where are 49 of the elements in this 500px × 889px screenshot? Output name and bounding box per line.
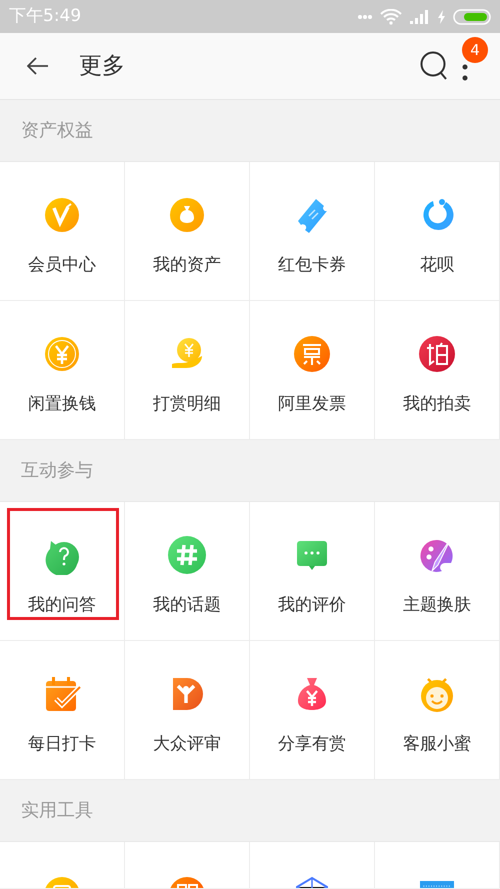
yuan-coin-icon xyxy=(42,334,82,374)
money-bag-icon xyxy=(167,195,207,235)
menu-tile[interactable]: 我的评价 xyxy=(250,502,375,641)
more-dots-icon xyxy=(358,14,372,18)
auction-badge-icon xyxy=(417,334,457,374)
tile-label: 闲置换钱 xyxy=(28,393,96,416)
tile-label: 主题换肤 xyxy=(403,594,471,617)
invoice-badge-icon xyxy=(292,334,332,374)
tile-label: 阿里发票 xyxy=(278,393,346,416)
menu-tile[interactable]: 会员中心 xyxy=(0,162,125,301)
menu-tile[interactable]: 我的问答 xyxy=(0,502,125,641)
menu-tile[interactable]: 闲置换钱 xyxy=(0,301,125,440)
tile-label: 大众评审 xyxy=(153,733,221,756)
back-arrow-icon[interactable] xyxy=(27,57,49,75)
menu-tile[interactable]: 红包卡券 xyxy=(250,162,375,301)
menu-tile[interactable]: 大众评审 xyxy=(125,641,250,780)
tile-label: 每日打卡 xyxy=(28,733,96,756)
tile-label: 我的拍卖 xyxy=(403,393,471,416)
tile-label: 会员中心 xyxy=(28,254,96,277)
menu-tile[interactable]: 客服小蜜 xyxy=(375,641,500,780)
battery-icon xyxy=(453,8,491,24)
menu-tile[interactable]: 主题换肤 xyxy=(375,502,500,641)
section-title: 互动参与 xyxy=(21,459,93,483)
section-title: 实用工具 xyxy=(21,799,93,823)
tile-label: 我的问答 xyxy=(28,594,96,617)
menu-tile[interactable]: 我的拍卖 xyxy=(375,301,500,440)
section-title: 资产权益 xyxy=(21,119,93,143)
menu-tile[interactable]: 我的话题 xyxy=(125,502,250,641)
notification-badge: 4 xyxy=(462,37,488,63)
tile-label: 红包卡券 xyxy=(278,254,346,277)
wifi-icon xyxy=(380,8,402,24)
tile-label: 客服小蜜 xyxy=(403,733,471,756)
hashtag-icon xyxy=(167,535,207,575)
menu-tile[interactable]: 花呗 xyxy=(375,162,500,301)
signal-icon xyxy=(410,10,430,24)
tile-label: 分享有赏 xyxy=(278,733,346,756)
menu-tile[interactable]: 打赏明细 xyxy=(125,301,250,440)
tile-label: 我的资产 xyxy=(153,254,221,277)
tile-label: 打赏明细 xyxy=(153,393,221,416)
menu-tile[interactable]: 分享有赏 xyxy=(250,641,375,780)
page-title: 更多 xyxy=(79,52,125,81)
search-icon[interactable] xyxy=(420,51,448,81)
menu-tile[interactable]: 每日打卡 xyxy=(0,641,125,780)
tile-label: 我的话题 xyxy=(153,594,221,617)
menu-tile[interactable]: 我的资产 xyxy=(125,162,250,301)
tile-label: 我的评价 xyxy=(278,594,346,617)
menu-tile[interactable]: 阿里发票 xyxy=(250,301,375,440)
charging-icon xyxy=(438,10,445,24)
tile-label: 花呗 xyxy=(420,254,454,277)
